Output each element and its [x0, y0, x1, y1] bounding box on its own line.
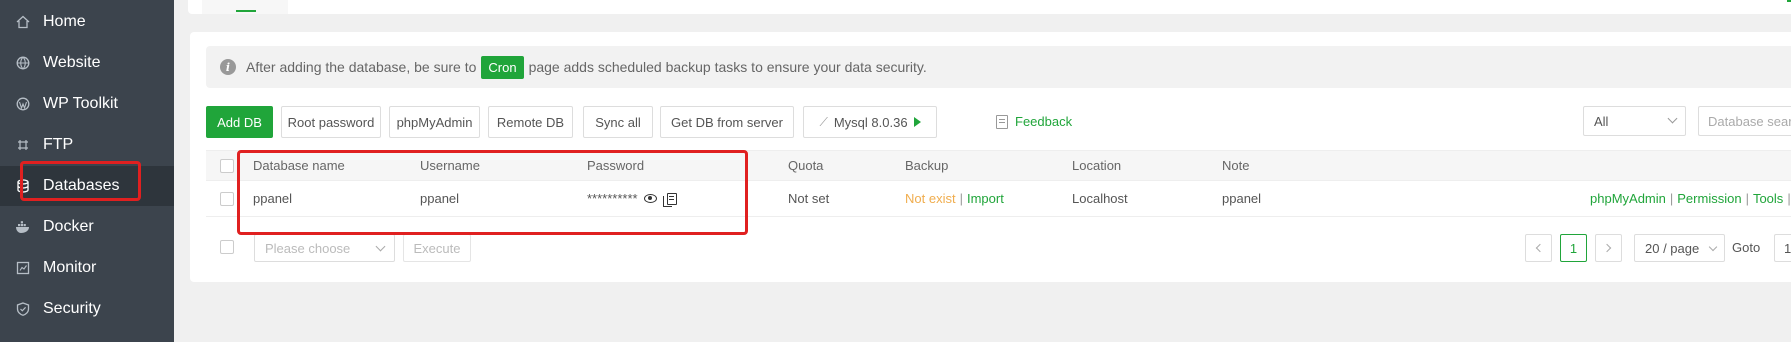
col-note: Note	[1222, 158, 1250, 173]
action-phpmyadmin[interactable]: phpMyAdmin	[1590, 191, 1666, 206]
monitor-icon	[15, 260, 31, 276]
feedback-label: Feedback	[1015, 114, 1073, 129]
cell-location: Localhost	[1072, 191, 1128, 206]
page-size-select[interactable]: 20 / page	[1634, 234, 1725, 262]
mysql-version-button[interactable]: ⟋ Mysql 8.0.36	[803, 106, 937, 138]
phpmyadmin-button[interactable]: phpMyAdmin	[389, 106, 480, 138]
batch-action-select[interactable]: Please choose	[254, 234, 395, 262]
db-filter-select[interactable]: All	[1583, 106, 1686, 136]
tab-bar	[188, 0, 1791, 14]
sidebar-item-monitor[interactable]: Monitor	[0, 248, 174, 288]
wordpress-icon	[15, 96, 31, 112]
action-tools[interactable]: Tools	[1753, 191, 1783, 206]
chevron-down-icon	[1667, 113, 1678, 124]
cell-quota[interactable]: Not set	[788, 181, 829, 216]
get-db-from-server-button[interactable]: Get DB from server	[660, 106, 794, 138]
backup-import-link[interactable]: Import	[967, 191, 1004, 206]
chevron-right-icon	[1602, 243, 1612, 253]
separator: |	[1787, 191, 1791, 206]
sidebar-item-wp-toolkit[interactable]: WP Toolkit	[0, 84, 174, 124]
mysql-icon: ⟋	[819, 114, 828, 129]
remote-db-button[interactable]: Remote DB	[488, 106, 573, 138]
sidebar-item-website[interactable]: Website	[0, 43, 174, 83]
execute-button[interactable]: Execute	[403, 234, 471, 262]
sidebar-item-label: Website	[43, 54, 101, 71]
ftp-icon	[15, 137, 31, 153]
database-search-input[interactable]: Database search	[1698, 106, 1791, 136]
alert-text-before: After adding the database, be sure to	[246, 59, 477, 75]
docker-icon	[15, 219, 31, 235]
batch-checkbox[interactable]	[220, 240, 234, 254]
select-all-checkbox-cell[interactable]	[220, 151, 234, 180]
sidebar-item-home[interactable]: Home	[0, 2, 174, 42]
col-backup: Backup	[905, 158, 949, 173]
sidebar-item-ftp[interactable]: FTP	[0, 125, 174, 165]
backup-alert: i After adding the database, be sure to …	[206, 46, 1791, 88]
feedback-link[interactable]: Feedback	[996, 114, 1072, 129]
home-icon	[15, 14, 31, 30]
goto-label: Goto	[1732, 240, 1761, 255]
sidebar-item-docker[interactable]: Docker	[0, 207, 174, 247]
prev-page-button[interactable]	[1525, 234, 1552, 262]
feedback-icon	[996, 114, 1008, 129]
row-checkbox[interactable]	[220, 191, 234, 206]
shield-icon	[15, 301, 31, 317]
col-location: Location	[1072, 158, 1122, 173]
separator: |	[1745, 191, 1749, 206]
globe-icon	[15, 55, 31, 71]
backup-status-link[interactable]: Not exist	[905, 191, 956, 206]
action-permission[interactable]: Permission	[1677, 191, 1741, 206]
col-quota: Quota	[788, 158, 824, 173]
batch-action-placeholder: Please choose	[265, 240, 351, 256]
sidebar-item-label: WP Toolkit	[43, 95, 118, 112]
highlight-databases	[20, 161, 141, 201]
sidebar-item-label: Docker	[43, 218, 94, 235]
sidebar-item-label: FTP	[43, 136, 74, 153]
highlight-db-row	[237, 150, 748, 235]
top-right-accent	[1787, 0, 1791, 2]
sync-all-button[interactable]: Sync all	[583, 106, 653, 138]
tab-active-indicator	[236, 10, 256, 12]
cell-backup: Not exist | Import	[905, 181, 1004, 216]
separator: |	[1669, 191, 1674, 206]
add-db-button[interactable]: Add DB	[206, 106, 273, 138]
sidebar-item-label: Security	[43, 300, 101, 317]
alert-text-after: page adds scheduled backup tasks to ensu…	[528, 59, 927, 75]
select-all-checkbox[interactable]	[220, 158, 234, 173]
chevron-left-icon	[1535, 243, 1545, 253]
next-page-button[interactable]	[1595, 234, 1622, 262]
row-checkbox-cell[interactable]	[220, 181, 234, 216]
cell-note[interactable]: ppanel	[1222, 181, 1261, 216]
chevron-down-icon	[375, 241, 386, 252]
separator: |	[959, 191, 963, 206]
sidebar-item-label: Monitor	[43, 259, 97, 276]
mysql-version-label: Mysql 8.0.36	[833, 114, 908, 130]
db-filter-value: All	[1594, 113, 1609, 129]
cell-actions: phpMyAdmin | Permission | Tools | CH	[1590, 181, 1791, 216]
sidebar-item-label: Home	[43, 13, 86, 30]
play-icon	[913, 117, 921, 127]
sidebar-item-security[interactable]: Security	[0, 289, 174, 329]
page-size-value: 20 / page	[1645, 240, 1700, 256]
cron-link[interactable]: Cron	[481, 55, 524, 79]
goto-input[interactable]: 1	[1774, 234, 1791, 262]
page-current[interactable]: 1	[1560, 234, 1587, 262]
info-icon: i	[220, 59, 236, 75]
root-password-button[interactable]: Root password	[281, 106, 381, 138]
chevron-down-icon	[1708, 242, 1718, 252]
